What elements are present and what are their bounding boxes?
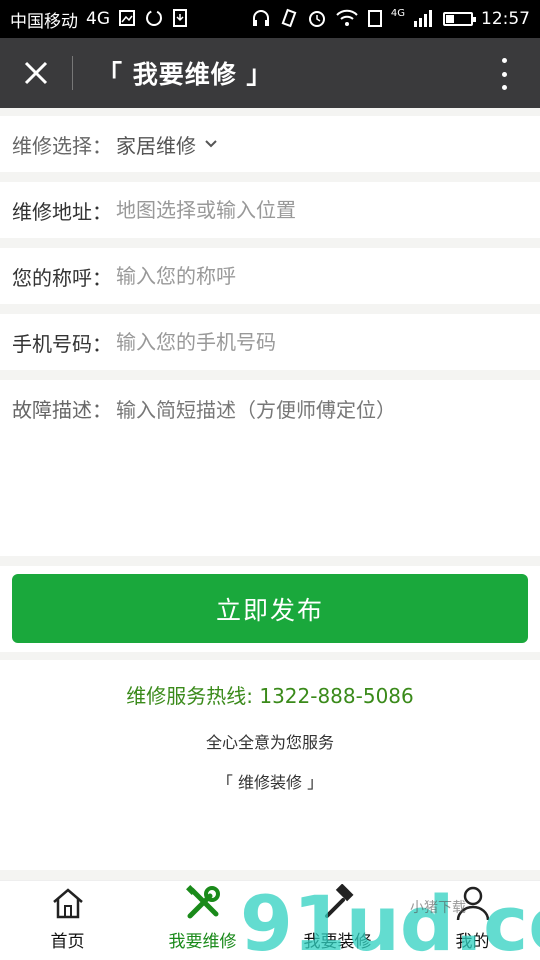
more-vertical-icon-dot — [501, 71, 507, 77]
hammer-icon — [319, 883, 357, 923]
repair-type-row[interactable]: 维修选择： 家居维修 — [0, 116, 540, 172]
alarm-icon — [307, 8, 327, 31]
description-label: 故障描述： — [12, 398, 112, 422]
vibrate-icon — [279, 8, 299, 31]
status-right: 4G 12:57 — [251, 8, 530, 31]
status-bar: 中国移动 4G 4G 12:57 — [0, 0, 540, 38]
publish-section: 立即发布 — [0, 566, 540, 652]
signal-icon — [413, 9, 435, 30]
brand-name: 「 维修装修 」 — [216, 773, 324, 792]
tab-renovation-label: 我要装修 — [303, 932, 372, 952]
description-row: 故障描述： — [0, 380, 540, 556]
description-textarea[interactable] — [116, 392, 516, 544]
clock-time: 12:57 — [481, 9, 530, 29]
network-type: 4G — [86, 9, 110, 29]
tab-renovation[interactable]: 我要装修 — [270, 881, 405, 960]
name-row: 您的称呼： — [0, 248, 540, 304]
close-icon — [24, 61, 48, 85]
close-button[interactable] — [0, 38, 72, 108]
wifi-icon — [335, 9, 359, 30]
tab-home-label: 首页 — [50, 932, 85, 952]
title-bar: 「 我要维修 」 — [0, 38, 540, 108]
publish-button[interactable]: 立即发布 — [12, 574, 528, 643]
name-label: 您的称呼： — [12, 265, 112, 290]
sim-icon — [367, 8, 383, 31]
repair-type-label: 维修选择： — [12, 133, 112, 158]
phone-label: 手机号码： — [12, 331, 112, 356]
info-section: 维修服务热线: 1322-888-5086 全心全意为您服务 「 维修装修 」 — [0, 660, 540, 870]
battery-level — [446, 15, 454, 23]
headphones-icon — [251, 8, 271, 31]
user-icon — [455, 883, 491, 923]
address-label: 维修地址： — [12, 199, 112, 224]
service-hotline[interactable]: 维修服务热线: 1322-888-5086 — [0, 680, 540, 709]
name-input[interactable] — [116, 264, 516, 288]
tools-icon — [184, 883, 222, 923]
address-input[interactable] — [116, 198, 516, 222]
phone-input[interactable] — [116, 330, 516, 354]
bottom-tab-bar: 首页 我要维修 我要装修 我的 — [0, 880, 540, 960]
tab-repair[interactable]: 我要维修 — [135, 881, 270, 960]
sync-icon — [144, 8, 164, 31]
download-icon — [172, 8, 188, 31]
phone-row: 手机号码： — [0, 314, 540, 370]
carrier-name: 中国移动 — [10, 11, 78, 32]
battery-icon — [443, 12, 476, 26]
chevron-down-icon — [205, 140, 217, 148]
more-vertical-icon-dot — [501, 85, 507, 90]
address-row: 维修地址： — [0, 182, 540, 238]
image-icon — [118, 9, 136, 30]
repair-type-select[interactable]: 家居维修 — [116, 130, 218, 159]
home-icon — [50, 883, 86, 923]
more-button[interactable] — [486, 56, 522, 92]
service-slogan: 全心全意为您服务 — [205, 733, 334, 752]
page-title: 「 我要维修 」 — [97, 60, 273, 89]
more-vertical-icon-dot — [501, 58, 507, 63]
tab-mine[interactable]: 我的 — [405, 881, 540, 960]
status-left: 中国移动 4G — [10, 7, 188, 32]
tab-repair-label: 我要维修 — [168, 932, 237, 952]
repair-form: 维修选择： 家居维修 维修地址： 您的称呼： 手机号码： 故障描述： — [0, 116, 540, 556]
title-divider — [72, 56, 73, 90]
tab-mine-label: 我的 — [455, 932, 490, 952]
tab-home[interactable]: 首页 — [0, 881, 135, 960]
repair-type-value: 家居维修 — [116, 133, 196, 158]
network-small-label: 4G — [390, 7, 405, 19]
